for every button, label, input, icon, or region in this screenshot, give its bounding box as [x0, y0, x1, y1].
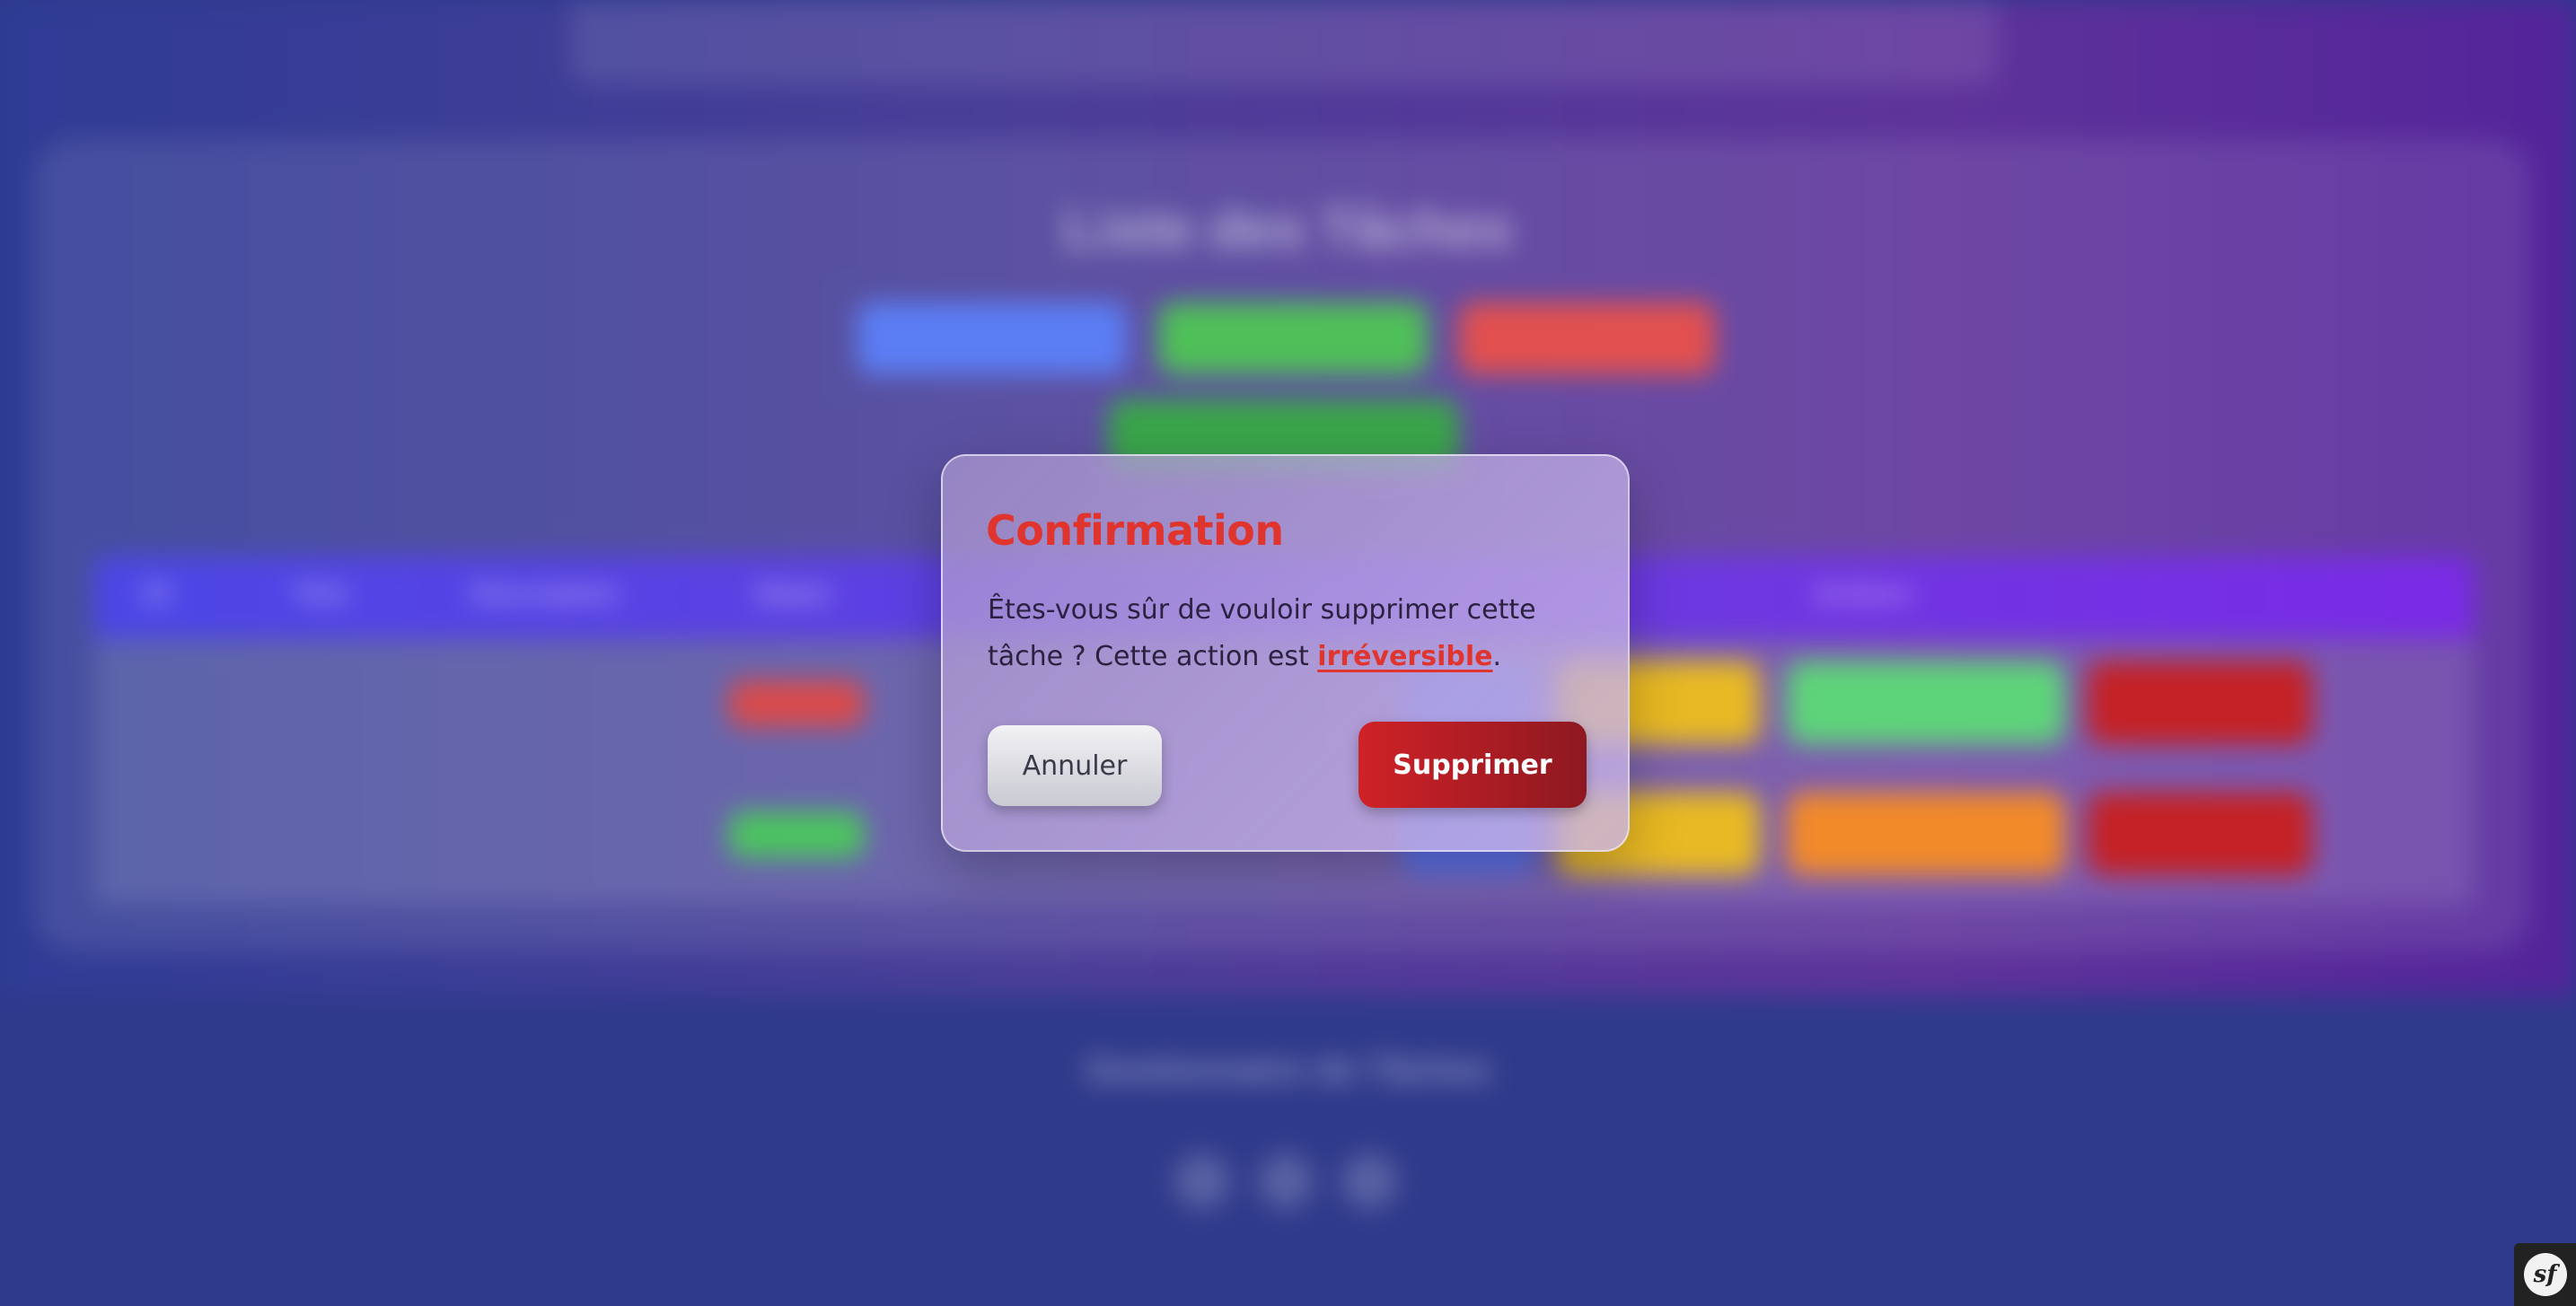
- dialog-message: Êtes-vous sûr de vouloir supprimer cette…: [988, 587, 1607, 680]
- table-header-title: Titre: [292, 579, 350, 609]
- green-action-button: [1158, 302, 1428, 374]
- blue-action-button: [857, 302, 1127, 374]
- table-header-status: Statut: [754, 579, 831, 609]
- dialog-message-end: .: [1492, 641, 1502, 672]
- delete-button: [2088, 662, 2312, 744]
- status-button: [1787, 793, 2065, 875]
- table-header-id: ID: [144, 579, 171, 609]
- irreversible-emphasis: irréversible: [1317, 641, 1493, 672]
- footer-title: Gestionnaire de Tâches: [1085, 1050, 1491, 1090]
- delete-button: [2088, 793, 2312, 875]
- top-banner: [570, 0, 1998, 85]
- table-header-description: Description: [471, 579, 620, 609]
- footer-background: [0, 996, 2576, 1306]
- status-badge: [729, 811, 864, 858]
- social-icon: [1341, 1153, 1397, 1209]
- debug-toolbar-toggle[interactable]: sf: [2514, 1243, 2576, 1306]
- symfony-logo-icon: sf: [2523, 1253, 2567, 1296]
- table-header-actions: Actions: [1814, 579, 1913, 609]
- red-action-button: [1459, 302, 1715, 374]
- page-title: Liste des Tâches: [1063, 198, 1513, 260]
- social-icon: [1258, 1153, 1314, 1209]
- confirmation-dialog: Confirmation Êtes-vous sûr de vouloir su…: [941, 454, 1630, 852]
- status-button: [1787, 662, 2065, 744]
- social-icon: [1174, 1153, 1230, 1209]
- cancel-button[interactable]: Annuler: [988, 725, 1162, 806]
- status-badge: [729, 680, 864, 727]
- dialog-title: Confirmation: [986, 506, 1284, 555]
- confirm-delete-button[interactable]: Supprimer: [1358, 722, 1587, 808]
